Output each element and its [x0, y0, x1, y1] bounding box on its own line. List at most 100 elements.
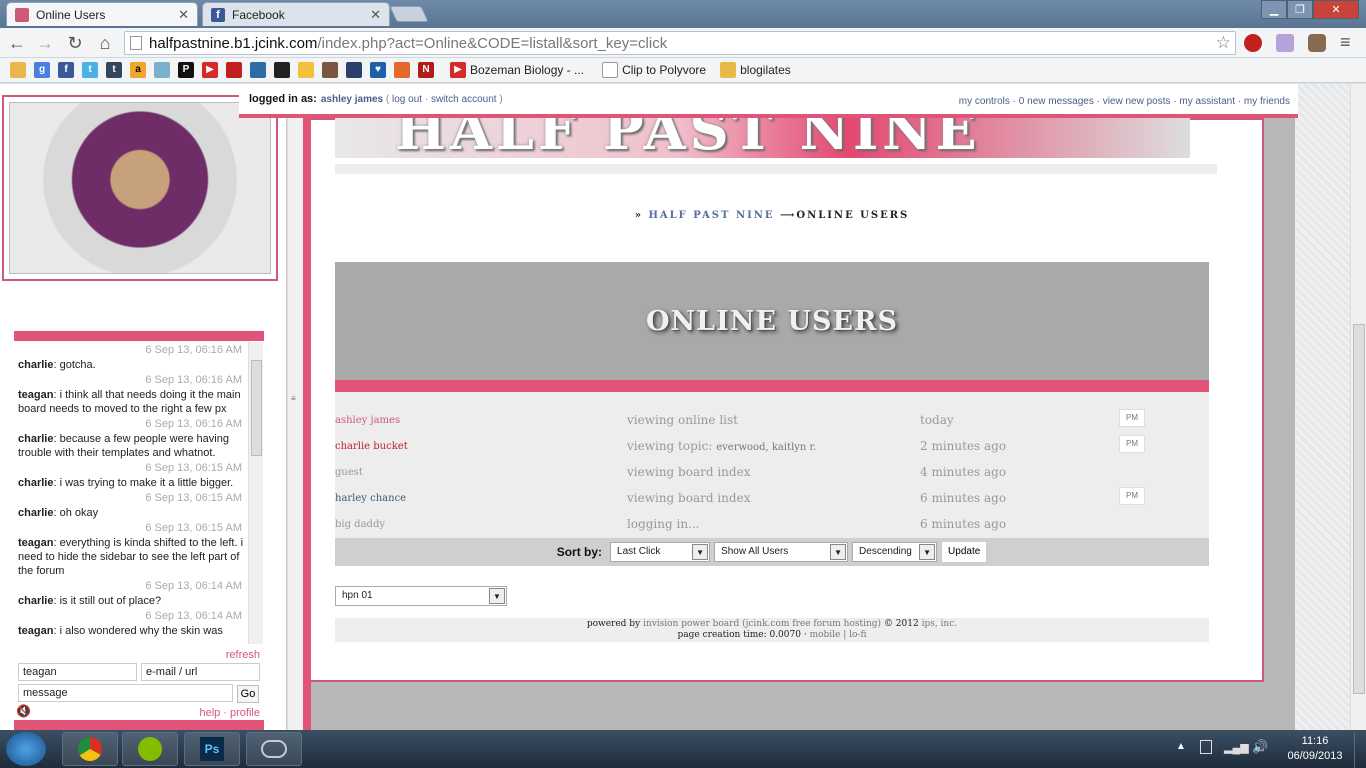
user-links[interactable]: my controls · 0 new messages · view new … [959, 96, 1290, 107]
scroll-thumb[interactable] [1353, 324, 1365, 694]
tab-online-users[interactable]: Online Users ✕ [6, 2, 198, 26]
bookmark-icon[interactable] [154, 62, 170, 78]
youtube-icon[interactable]: ▶ [202, 62, 218, 78]
pm-button[interactable]: PM [1119, 409, 1145, 427]
close-window-button[interactable]: ✕ [1313, 0, 1359, 19]
breadcrumb-current: ONLINE USERS [796, 210, 910, 221]
table-row: charlie bucket viewing topic: everwood, k… [335, 433, 1209, 459]
extension-icon[interactable] [1276, 34, 1294, 52]
user-name-link[interactable]: guest [335, 467, 363, 478]
taskbar-app-button[interactable] [246, 732, 302, 766]
breadcrumb-home-link[interactable]: HALF PAST NINE [648, 210, 774, 221]
chat-message-user[interactable]: teagan [18, 389, 53, 401]
bookmark-blogilates[interactable]: blogilates [716, 62, 791, 78]
show-desktop-button[interactable] [1354, 732, 1366, 768]
taskbar-photoshop-button[interactable]: Ps [184, 732, 240, 766]
forum-banner[interactable]: HALF PAST NINE [335, 118, 1190, 158]
show-hidden-icons[interactable]: ▲ [1176, 741, 1186, 752]
user-name-link[interactable]: big daddy [335, 519, 385, 530]
update-button[interactable]: Update [941, 541, 988, 563]
refresh-link[interactable]: refresh [200, 649, 260, 661]
page-scrollbar[interactable] [1350, 84, 1366, 730]
address-bar[interactable]: halfpastnine.b1.jcink.com/index.php?act=… [124, 31, 1236, 55]
bookmark-bozeman-biology[interactable]: ▶ Bozeman Biology - ... [446, 62, 584, 78]
reload-icon[interactable]: ↻ [64, 33, 86, 53]
chat-scrollbar[interactable] [248, 342, 263, 644]
bookmark-icon[interactable] [394, 62, 410, 78]
chat-email-field[interactable]: e-mail / url [141, 663, 260, 681]
back-arrow-icon[interactable]: ← [6, 33, 28, 53]
switch-account-link[interactable]: switch account [431, 94, 497, 105]
tab-facebook[interactable]: f Facebook ✕ [202, 2, 390, 26]
amazon-icon[interactable]: a [130, 62, 146, 78]
mute-sound-icon[interactable]: 🔇 [16, 704, 31, 718]
new-tab-button[interactable] [389, 6, 429, 22]
forward-arrow-icon[interactable]: → [34, 33, 56, 53]
user-name-link[interactable]: ashley james [335, 415, 400, 426]
photoshop-icon: Ps [200, 737, 224, 761]
chat-message-user[interactable]: charlie [18, 433, 53, 445]
key-icon[interactable] [226, 62, 242, 78]
bookmark-icon[interactable] [298, 62, 314, 78]
chat-message-user[interactable]: charlie [18, 595, 53, 607]
chat-go-button[interactable]: Go [237, 685, 259, 703]
scroll-thumb[interactable] [251, 360, 262, 456]
pandora-icon[interactable]: P [178, 62, 194, 78]
bookmark-icon[interactable] [346, 62, 362, 78]
chat-message-field[interactable]: message [18, 684, 233, 702]
volume-icon[interactable]: 🔊 [1252, 739, 1268, 755]
tumblr-icon[interactable]: t [106, 62, 122, 78]
sort-key-select[interactable]: Last Click ▼ [610, 542, 711, 562]
netflix-icon[interactable]: N [418, 62, 434, 78]
minimize-button[interactable]: ▁ [1261, 0, 1287, 19]
bookmark-clip-to-polyvore[interactable]: Clip to Polyvore [598, 62, 706, 78]
user-name-link[interactable]: harley chance [335, 493, 406, 504]
chat-name-field[interactable]: teagan [18, 663, 137, 681]
sort-label: Sort by: [556, 545, 603, 559]
instagram-icon[interactable] [322, 62, 338, 78]
close-tab-icon[interactable]: ✕ [370, 7, 381, 23]
facebook-icon[interactable]: f [58, 62, 74, 78]
folder-icon[interactable] [10, 62, 26, 78]
home-icon[interactable]: ⌂ [94, 33, 116, 53]
chat-message-user[interactable]: charlie [18, 359, 53, 371]
close-tab-icon[interactable]: ✕ [178, 7, 189, 23]
google-icon[interactable]: g [34, 62, 50, 78]
filter-select[interactable]: Show All Users ▼ [714, 542, 849, 562]
user-profile-link[interactable]: ashley james [321, 94, 383, 105]
chat-message-user[interactable]: charlie [18, 477, 53, 489]
maximize-button[interactable]: ❐ [1287, 0, 1313, 19]
user-name-link[interactable]: charlie bucket [335, 441, 408, 452]
skin-select[interactable]: hpn 01 ▼ [335, 586, 507, 606]
sort-order-select[interactable]: Descending ▼ [852, 542, 938, 562]
footer-mobile-lofi-links[interactable]: mobile | lo-fi [810, 630, 867, 640]
activity-topic-link[interactable]: everwood, kaitlyn r. [716, 442, 816, 453]
heart-icon[interactable]: ♥ [370, 62, 386, 78]
device-icon[interactable] [1200, 740, 1212, 754]
tsr-icon[interactable] [250, 62, 266, 78]
clock-date: 06/09/2013 [1287, 750, 1343, 762]
pm-button[interactable]: PM [1119, 435, 1145, 453]
system-clock[interactable]: 11:16 06/09/2013 [1280, 734, 1350, 764]
footer-text: powered by [586, 619, 641, 629]
sidebar-scrollbar[interactable]: ≡ [287, 84, 301, 730]
twitter-icon[interactable]: t [82, 62, 98, 78]
taskbar-spotify-button[interactable] [122, 732, 178, 766]
adblock-extension-icon[interactable] [1244, 34, 1262, 52]
instagram-extension-icon[interactable] [1308, 34, 1326, 52]
help-profile-links[interactable]: help · profile [180, 707, 260, 719]
myspace-icon[interactable] [274, 62, 290, 78]
start-button[interactable] [6, 732, 46, 766]
taskbar-chrome-button[interactable] [62, 732, 118, 766]
chat-message-user[interactable]: teagan [18, 625, 53, 637]
footer-creation-time: page creation time: 0.0070 · [677, 630, 807, 640]
logout-link[interactable]: log out [392, 94, 422, 105]
bookmark-star-icon[interactable]: ☆ [1216, 33, 1231, 53]
network-signal-icon[interactable]: ▂▄▆ [1224, 741, 1249, 754]
footer-ips-link[interactable]: ips, inc. [922, 619, 958, 629]
chat-message-user[interactable]: teagan [18, 537, 53, 549]
footer-ipb-link[interactable]: invision power board (jcink.com free for… [643, 619, 881, 629]
pm-button[interactable]: PM [1119, 487, 1145, 505]
chat-message-user[interactable]: charlie [18, 507, 53, 519]
menu-icon[interactable]: ≡ [1340, 32, 1351, 53]
